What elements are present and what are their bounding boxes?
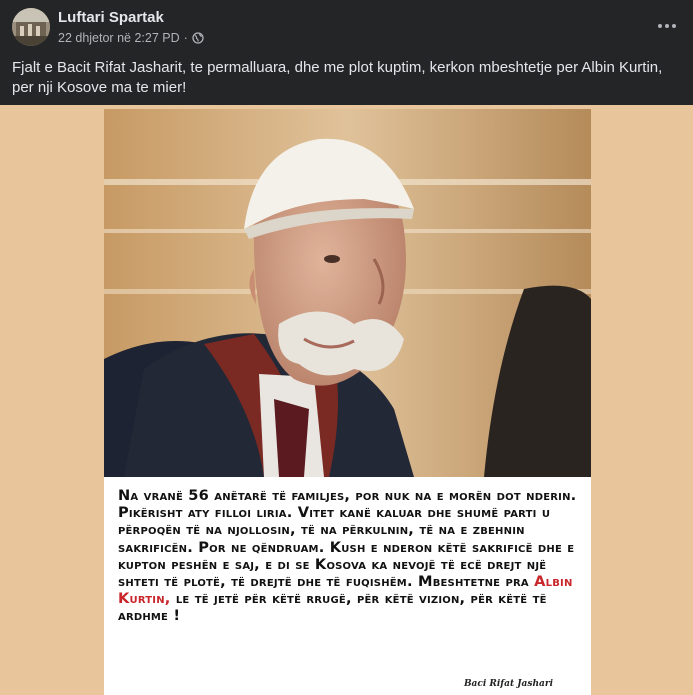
post-timestamp[interactable]: 22 dhjetor në 2:27 PD <box>58 31 180 45</box>
globe-icon[interactable] <box>192 32 204 44</box>
quote-text: Na vranë 56 anëtarë të familjes, por nuk… <box>118 487 583 625</box>
post-image[interactable]: Na vranë 56 anëtarë të familjes, por nuk… <box>0 105 693 695</box>
post-header: Luftari Spartak 22 dhjetor në 2:27 PD · <box>0 0 693 52</box>
quote-box: Na vranë 56 anëtarë të familjes, por nuk… <box>104 481 591 695</box>
more-options-icon <box>658 24 676 28</box>
author-name[interactable]: Luftari Spartak <box>58 9 164 26</box>
quote-body: Na vranë 56 anëtarë të familjes, por nuk… <box>118 487 577 591</box>
post-text: Fjalt e Bacit Rifat Jasharit, te permall… <box>12 59 663 96</box>
post-meta: 22 dhjetor në 2:27 PD · <box>58 31 204 45</box>
meta-separator: · <box>183 31 188 45</box>
quote-ending: le të jetë për këtë rrugë, për këtë vizi… <box>118 590 547 625</box>
avatar[interactable] <box>12 8 50 46</box>
more-options-button[interactable] <box>655 14 679 38</box>
quote-signature: Baci Rifat Jashari <box>463 679 553 689</box>
portrait-photo <box>104 109 591 477</box>
quote-card: Na vranë 56 anëtarë të familjes, por nuk… <box>104 109 591 695</box>
